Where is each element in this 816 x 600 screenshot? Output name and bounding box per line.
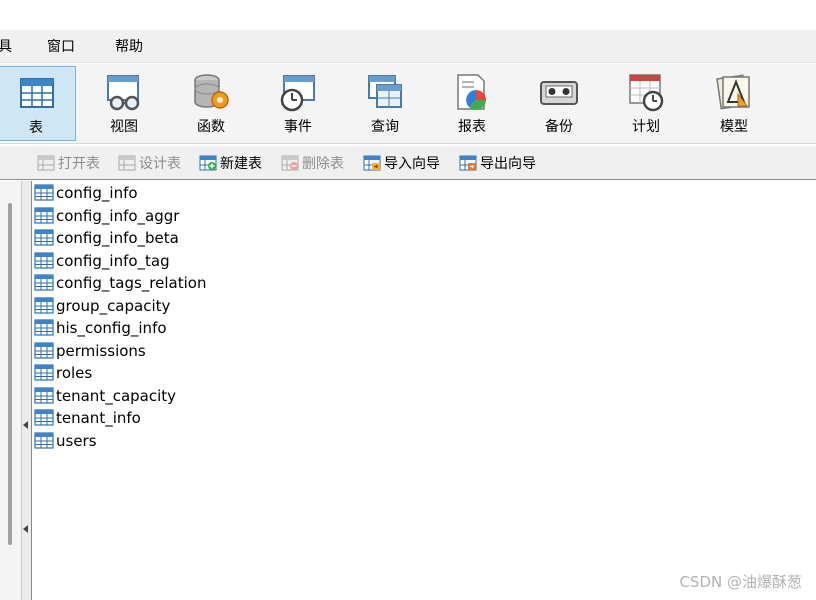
- table-row[interactable]: config_info: [33, 182, 253, 203]
- table-icon: [34, 229, 54, 246]
- table-name: tenant_capacity: [56, 386, 177, 405]
- toolbar-query-button[interactable]: 查询: [345, 66, 425, 141]
- toolbar-table-button[interactable]: 表: [0, 66, 76, 141]
- table-row[interactable]: permissions: [33, 340, 253, 361]
- design-table-button[interactable]: 设计表: [118, 155, 181, 173]
- toolbar-query-label: 查询: [371, 119, 399, 135]
- menu-bar: 具 窗口 帮助: [0, 30, 816, 63]
- table-name: roles: [56, 364, 93, 382]
- delete-table-label: 删除表: [302, 156, 344, 172]
- table-row[interactable]: config_info_beta: [33, 227, 253, 248]
- table-name: config_info_aggr: [56, 206, 180, 225]
- menu-tools[interactable]: 具: [0, 38, 12, 56]
- design-table-icon: [118, 155, 136, 171]
- new-table-label: 新建表: [220, 156, 262, 172]
- query-icon: [368, 75, 402, 108]
- pane-splitter[interactable]: [22, 181, 32, 600]
- title-strip: [0, 0, 816, 30]
- table-icon: [34, 431, 54, 449]
- table-name: his_config_info: [56, 319, 167, 337]
- toolbar-model-label: 模型: [720, 119, 748, 135]
- table-row[interactable]: config_tags_relation: [33, 272, 253, 293]
- table-icon: [34, 386, 54, 404]
- table-name: tenant_info: [56, 409, 141, 427]
- menu-window[interactable]: 窗口: [47, 38, 75, 56]
- backup-icon: [540, 81, 578, 105]
- delete-table-button[interactable]: 删除表: [281, 155, 344, 173]
- toolbar-view-button[interactable]: 视图: [84, 66, 164, 141]
- main-toolbar: 表 视图 函数 事件 查询 报表 备份 计划 模型: [0, 64, 816, 144]
- table-name: config_info_tag: [56, 251, 170, 270]
- model-icon: [716, 74, 750, 110]
- table-icon: [34, 319, 54, 336]
- event-icon: [280, 75, 315, 112]
- table-name: config_info_beta: [56, 229, 179, 247]
- table-name: config_info: [56, 184, 138, 202]
- table-icon: [34, 364, 54, 381]
- new-table-icon: [199, 155, 217, 171]
- toolbar-schedule-label: 计划: [632, 119, 660, 135]
- table-row[interactable]: config_info_tag: [33, 250, 253, 271]
- import-wizard-icon: [363, 155, 381, 171]
- watermark: CSDN @油爆酥葱: [679, 573, 802, 591]
- table-row[interactable]: roles: [33, 362, 253, 383]
- toolbar-schedule-button[interactable]: 计划: [606, 66, 686, 141]
- table-icon: [34, 274, 54, 291]
- vertical-scrollbar[interactable]: [8, 203, 12, 545]
- table-name: users: [56, 431, 97, 450]
- toolbar-event-button[interactable]: 事件: [258, 66, 338, 141]
- table-icon: [34, 206, 54, 224]
- export-wizard-button[interactable]: 导出向导: [459, 155, 536, 173]
- toolbar-view-label: 视图: [110, 119, 138, 135]
- table-row[interactable]: group_capacity: [33, 295, 253, 316]
- table-icon: [34, 296, 54, 314]
- toolbar-report-label: 报表: [458, 119, 486, 135]
- table-row[interactable]: tenant_info: [33, 407, 253, 428]
- table-icon: [34, 341, 54, 359]
- table-name: permissions: [56, 341, 146, 360]
- report-icon: [457, 74, 486, 110]
- import-wizard-label: 导入向导: [384, 156, 440, 172]
- new-table-button[interactable]: 新建表: [199, 155, 262, 173]
- import-wizard-button[interactable]: 导入向导: [363, 155, 440, 173]
- table-icon: [34, 184, 54, 201]
- toolbar-model-button[interactable]: 模型: [694, 66, 774, 141]
- table-name: config_tags_relation: [56, 274, 207, 292]
- table-row[interactable]: users: [33, 430, 253, 451]
- table-icon: [34, 251, 54, 269]
- toolbar-event-label: 事件: [284, 119, 312, 135]
- open-table-label: 打开表: [58, 156, 100, 172]
- menu-help[interactable]: 帮助: [115, 38, 143, 56]
- table-icon: [34, 409, 54, 426]
- collapse-arrow-icon[interactable]: [23, 421, 28, 429]
- table-list: config_info config_info_aggr config_info_b…: [33, 181, 816, 600]
- export-wizard-icon: [459, 155, 477, 171]
- toolbar-report-button[interactable]: 报表: [432, 66, 512, 141]
- toolbar-table-label: 表: [29, 120, 43, 136]
- table-icon: [20, 78, 54, 108]
- design-table-label: 设计表: [139, 156, 181, 172]
- open-table-icon: [37, 155, 55, 171]
- toolbar-backup-button[interactable]: 备份: [519, 66, 599, 141]
- function-icon: [194, 74, 229, 109]
- object-toolbar: 打开表 设计表 新建表 删除表 导入向导 导出向导: [0, 146, 816, 180]
- delete-table-icon: [281, 155, 299, 171]
- export-wizard-label: 导出向导: [480, 156, 536, 172]
- connection-tree-pane[interactable]: [0, 181, 22, 600]
- toolbar-function-button[interactable]: 函数: [171, 66, 251, 141]
- table-row[interactable]: his_config_info: [33, 317, 253, 338]
- toolbar-backup-label: 备份: [545, 119, 573, 135]
- table-row[interactable]: config_info_aggr: [33, 205, 253, 226]
- table-name: group_capacity: [56, 296, 171, 315]
- collapse-arrow-icon[interactable]: [23, 525, 28, 533]
- schedule-icon: [629, 74, 664, 112]
- table-row[interactable]: tenant_capacity: [33, 385, 253, 406]
- view-icon: [107, 75, 140, 111]
- open-table-button[interactable]: 打开表: [37, 155, 100, 173]
- toolbar-function-label: 函数: [197, 119, 225, 135]
